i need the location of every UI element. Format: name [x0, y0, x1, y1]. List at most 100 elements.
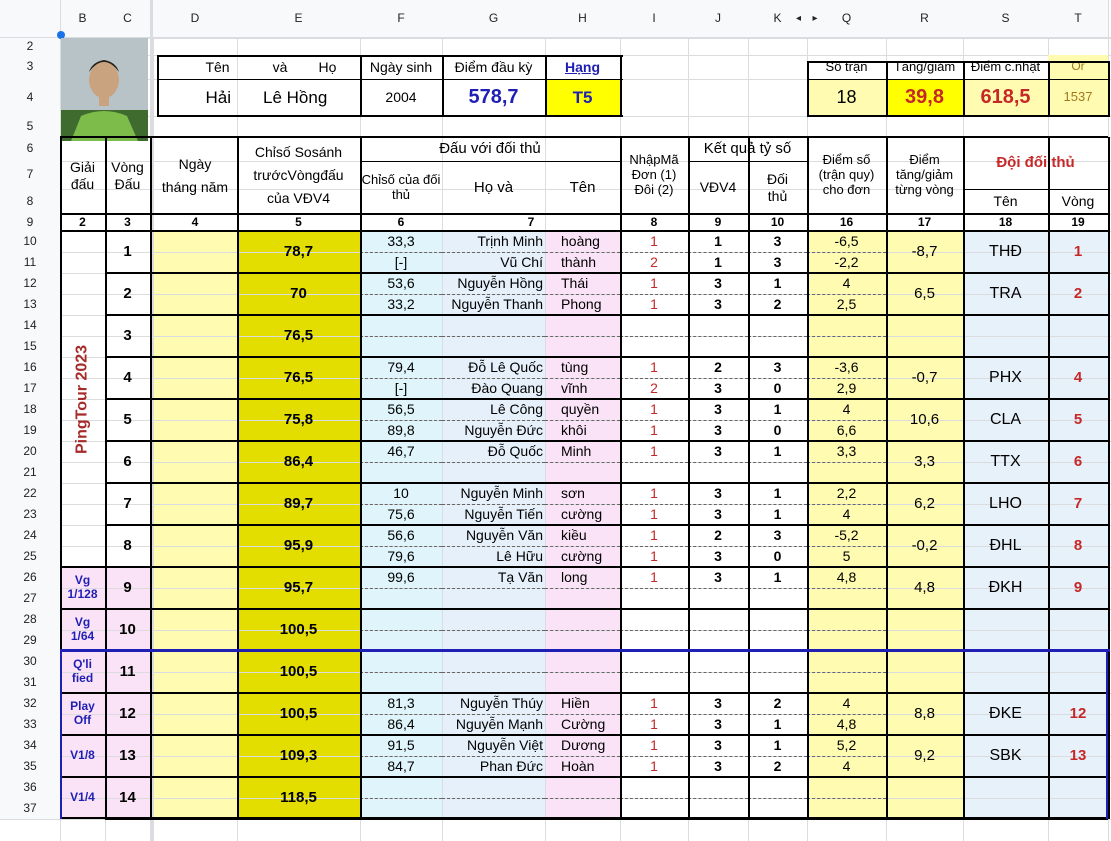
round-number[interactable]: 10: [105, 609, 150, 651]
round-change-value[interactable]: 8,8: [886, 693, 963, 735]
opp-team-name[interactable]: [963, 609, 1048, 651]
compare-index-value[interactable]: 76,5: [237, 315, 360, 357]
compare-index-value[interactable]: 100,5: [237, 693, 360, 735]
opp-index-value[interactable]: 33,3: [360, 231, 442, 252]
opp-index-value[interactable]: 56,6: [360, 525, 442, 546]
column-header-D[interactable]: D: [153, 0, 237, 38]
match-points[interactable]: -2,2: [807, 252, 886, 273]
opponent-score[interactable]: 3: [748, 357, 807, 378]
match-points[interactable]: 4: [807, 693, 886, 714]
opp-team-name[interactable]: LHO: [963, 483, 1048, 525]
player-score[interactable]: 3: [688, 504, 748, 525]
row-number-16[interactable]: 16: [0, 357, 60, 378]
change-value[interactable]: 39,8: [886, 79, 963, 116]
opp-index-value[interactable]: 10: [360, 483, 442, 504]
column-header-T[interactable]: T: [1048, 0, 1108, 38]
round-number[interactable]: 9: [105, 567, 150, 609]
opponent-score[interactable]: 1: [748, 504, 807, 525]
opp-first-name[interactable]: hoàng: [545, 231, 620, 252]
rank-value[interactable]: T5: [545, 79, 620, 116]
column-header-J[interactable]: J: [688, 0, 748, 38]
or-value[interactable]: 1537: [1048, 79, 1108, 116]
player-score[interactable]: 2: [688, 525, 748, 546]
match-points[interactable]: 4,8: [807, 567, 886, 588]
round-number[interactable]: 14: [105, 777, 150, 819]
opponent-score[interactable]: 0: [748, 420, 807, 441]
opp-index-value[interactable]: 86,4: [360, 714, 442, 735]
date-cell[interactable]: [153, 399, 237, 441]
opp-first-name[interactable]: khôi: [545, 420, 620, 441]
column-header-F[interactable]: F: [360, 0, 442, 38]
opp-last-name[interactable]: Nguyễn Thúy: [442, 693, 545, 714]
last-name-value[interactable]: Lê Hồng: [237, 79, 360, 116]
date-cell[interactable]: [153, 273, 237, 315]
row-number-36[interactable]: 36: [0, 777, 60, 798]
row-number-5[interactable]: 5: [0, 116, 60, 137]
match-points[interactable]: 2,9: [807, 378, 886, 399]
opp-last-name[interactable]: Trịnh Minh: [442, 231, 545, 252]
opp-index-value[interactable]: 33,2: [360, 294, 442, 315]
opp-first-name[interactable]: cường: [545, 504, 620, 525]
updated-score-value[interactable]: 618,5: [963, 79, 1048, 116]
opp-team-round[interactable]: [1048, 777, 1108, 819]
opp-last-name[interactable]: Nguyễn Mạnh: [442, 714, 545, 735]
player-score[interactable]: 3: [688, 756, 748, 777]
opp-first-name[interactable]: thành: [545, 252, 620, 273]
opp-team-round[interactable]: 7: [1048, 483, 1108, 525]
round-number[interactable]: 7: [105, 483, 150, 525]
opp-team-round[interactable]: 12: [1048, 693, 1108, 735]
player-score[interactable]: 3: [688, 735, 748, 756]
row-number-24[interactable]: 24: [0, 525, 60, 546]
player-score[interactable]: 3: [688, 378, 748, 399]
opp-index-value[interactable]: [-]: [360, 378, 442, 399]
opp-index-value[interactable]: 84,7: [360, 756, 442, 777]
player-score[interactable]: 3: [688, 273, 748, 294]
opp-first-name[interactable]: Minh: [545, 441, 620, 462]
player-score[interactable]: 3: [688, 399, 748, 420]
round-number[interactable]: 13: [105, 735, 150, 777]
compare-index-value[interactable]: 118,5: [237, 777, 360, 819]
compare-index-value[interactable]: 86,4: [237, 441, 360, 483]
opp-last-name[interactable]: Nguyễn Việt: [442, 735, 545, 756]
match-points[interactable]: -3,6: [807, 357, 886, 378]
opp-index-value[interactable]: 56,5: [360, 399, 442, 420]
opp-team-round[interactable]: 13: [1048, 735, 1108, 777]
round-change-value[interactable]: 10,6: [886, 399, 963, 441]
opp-team-round[interactable]: 9: [1048, 567, 1108, 609]
opponent-score[interactable]: 3: [748, 252, 807, 273]
opp-team-round[interactable]: [1048, 315, 1108, 357]
round-number[interactable]: 12: [105, 693, 150, 735]
collapse-left-icon[interactable]: ◂: [793, 0, 804, 38]
opp-team-name[interactable]: [963, 651, 1048, 693]
row-number-18[interactable]: 18: [0, 399, 60, 420]
round-change-value[interactable]: [886, 315, 963, 357]
opponent-score[interactable]: 1: [748, 399, 807, 420]
opponent-score[interactable]: 1: [748, 714, 807, 735]
compare-index-value[interactable]: 70: [237, 273, 360, 315]
match-code[interactable]: 1: [620, 693, 688, 714]
opp-last-name[interactable]: Tạ Văn: [442, 567, 545, 588]
match-code[interactable]: 1: [620, 756, 688, 777]
start-score-value[interactable]: 578,7: [442, 79, 545, 116]
match-code[interactable]: 1: [620, 483, 688, 504]
opponent-score[interactable]: 3: [748, 231, 807, 252]
round-number[interactable]: 4: [105, 357, 150, 399]
round-number[interactable]: 11: [105, 651, 150, 693]
opp-last-name[interactable]: Đỗ Quốc: [442, 441, 545, 462]
round-change-value[interactable]: 3,3: [886, 441, 963, 483]
column-header-H[interactable]: H: [545, 0, 620, 38]
opp-first-name[interactable]: quyền: [545, 399, 620, 420]
column-header-I[interactable]: I: [620, 0, 688, 38]
opponent-score[interactable]: 0: [748, 546, 807, 567]
row-number-14[interactable]: 14: [0, 315, 60, 336]
match-points[interactable]: 2,5: [807, 294, 886, 315]
match-points[interactable]: -5,2: [807, 525, 886, 546]
match-code[interactable]: 1: [620, 399, 688, 420]
round-change-value[interactable]: 6,2: [886, 483, 963, 525]
opp-first-name[interactable]: vĩnh: [545, 378, 620, 399]
column-header-B[interactable]: B: [60, 0, 105, 38]
opp-team-round[interactable]: 8: [1048, 525, 1108, 567]
column-header-S[interactable]: S: [963, 0, 1048, 38]
match-points[interactable]: -6,5: [807, 231, 886, 252]
dob-value[interactable]: 2004: [360, 79, 442, 116]
